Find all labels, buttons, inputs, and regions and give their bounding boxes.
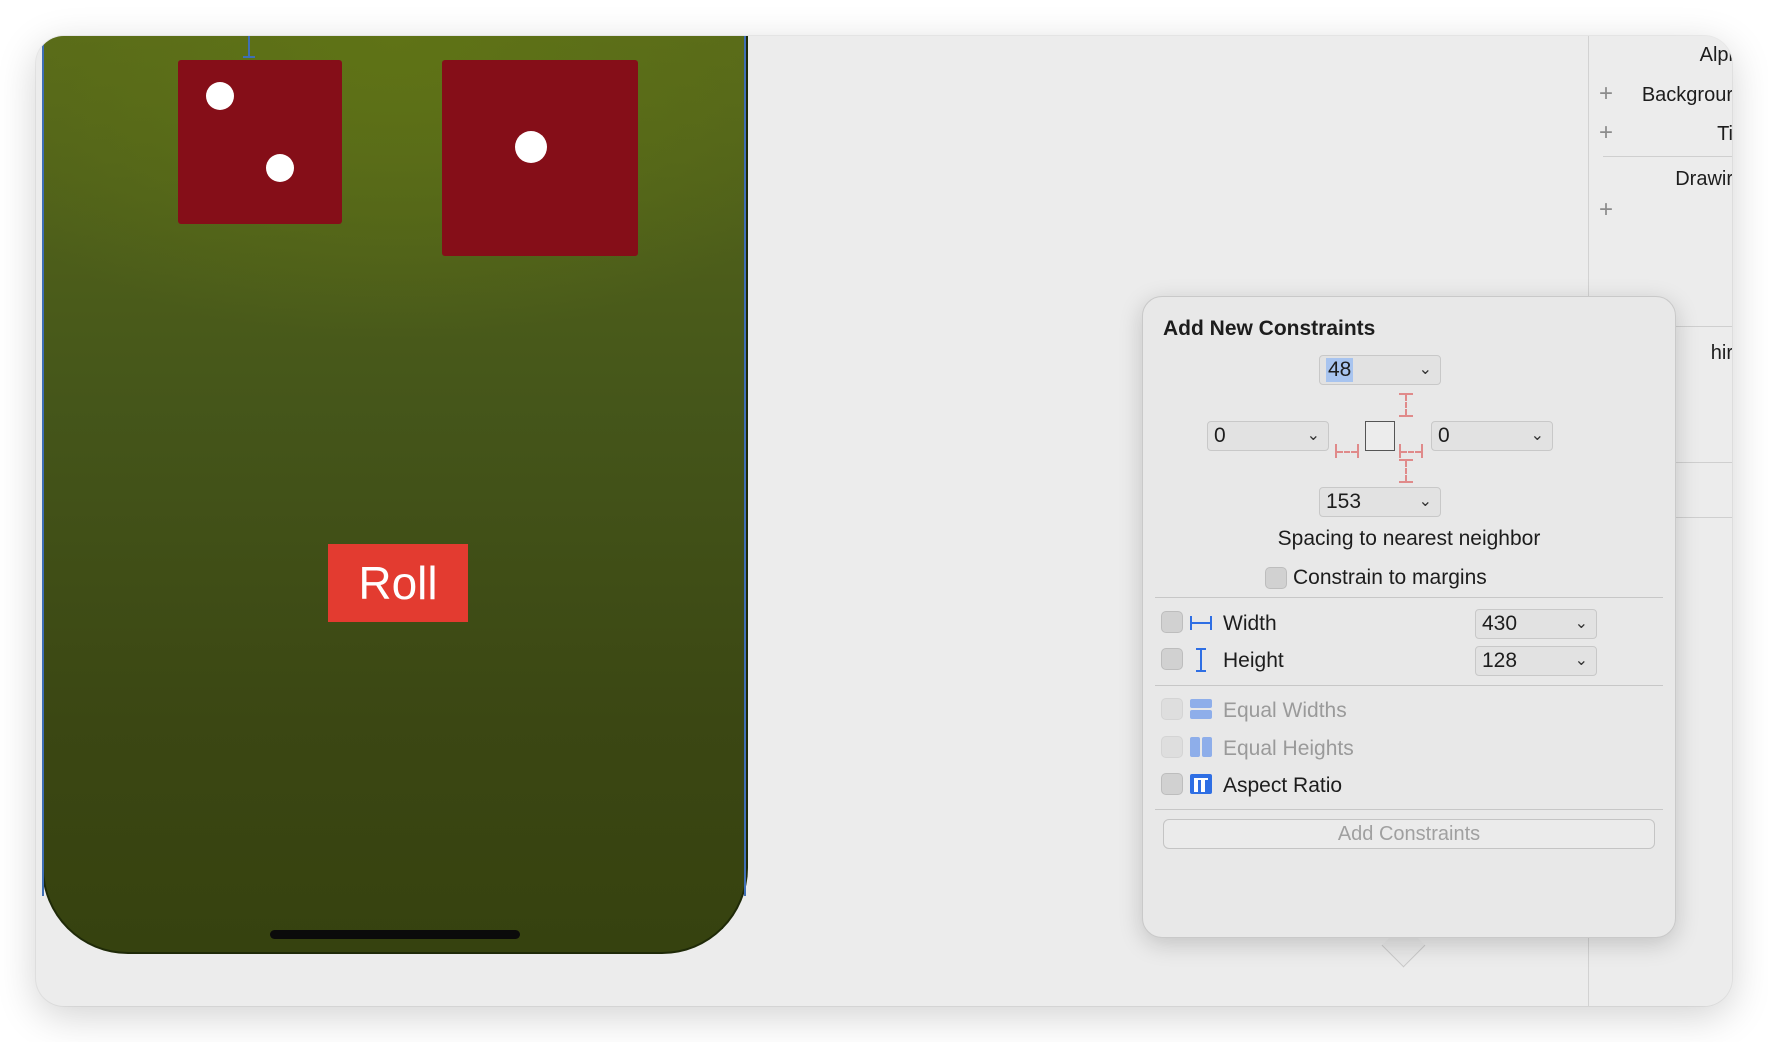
pin-bottom-strut[interactable] (1405, 461, 1407, 481)
bottom-spacing-value: 153 (1326, 490, 1362, 513)
left-spacing-value: 0 (1214, 424, 1226, 447)
height-label: Height (1223, 649, 1284, 672)
add-variation-icon[interactable]: + (1599, 196, 1613, 224)
dice-one[interactable] (442, 60, 638, 256)
roll-button[interactable]: Roll (328, 544, 468, 622)
pin-top-cap (1399, 415, 1413, 417)
die-pip (266, 154, 294, 182)
popover-divider (1155, 809, 1663, 810)
equal-widths-checkbox[interactable] (1161, 698, 1183, 720)
equal-heights-label: Equal Heights (1223, 737, 1354, 760)
view-edge-guide (42, 36, 44, 896)
constraint-anchor (243, 36, 255, 58)
width-value: 430 (1482, 612, 1518, 635)
constrain-margins-checkbox[interactable] (1265, 567, 1287, 589)
equal-heights-icon (1190, 737, 1212, 757)
equal-widths-label: Equal Widths (1223, 699, 1347, 722)
bottom-spacing-field[interactable]: 153 ⌄ (1319, 487, 1441, 517)
inspector-label-background: Backgrour (1641, 84, 1732, 106)
inspector-divider (1603, 156, 1732, 157)
pin-left-strut[interactable] (1337, 451, 1357, 453)
constraint-view-box (1365, 421, 1395, 451)
home-indicator (270, 930, 520, 939)
right-spacing-field[interactable]: 0 ⌄ (1431, 421, 1553, 451)
pin-right-cap (1421, 444, 1423, 458)
chevron-down-icon[interactable]: ⌄ (1419, 359, 1432, 379)
view-edge-guide (744, 36, 746, 896)
chevron-down-icon[interactable]: ⌄ (1575, 650, 1588, 670)
height-value-field[interactable]: 128 ⌄ (1475, 646, 1597, 676)
chevron-down-icon[interactable]: ⌄ (1575, 613, 1588, 633)
width-icon (1190, 616, 1212, 630)
chevron-down-icon[interactable]: ⌄ (1307, 425, 1320, 445)
inspector-label-tint: Ti (1717, 123, 1732, 145)
aspect-ratio-label: Aspect Ratio (1223, 774, 1343, 797)
inspector-label-hidden: hir (1710, 342, 1732, 364)
popover-divider (1155, 597, 1663, 598)
width-label: Width (1223, 612, 1277, 635)
height-icon (1196, 648, 1206, 672)
add-constraints-button[interactable]: Add Constraints (1163, 819, 1655, 849)
add-variation-icon[interactable]: + (1599, 119, 1613, 147)
left-spacing-field[interactable]: 0 ⌄ (1207, 421, 1329, 451)
die-pip (515, 131, 547, 163)
right-spacing-value: 0 (1438, 424, 1450, 447)
dice-two[interactable] (178, 60, 342, 224)
aspect-ratio-checkbox[interactable] (1161, 773, 1183, 795)
pin-top-strut[interactable] (1405, 395, 1407, 415)
add-variation-icon[interactable]: + (1599, 80, 1613, 108)
top-spacing-value: 48 (1326, 358, 1354, 382)
pin-right-strut[interactable] (1401, 451, 1421, 453)
spacing-label: Spacing to nearest neighbor (1277, 527, 1541, 550)
phone-canvas[interactable]: Roll (42, 36, 748, 954)
pin-bottom-cap (1399, 481, 1413, 483)
equal-heights-checkbox[interactable] (1161, 736, 1183, 758)
chevron-down-icon[interactable]: ⌄ (1419, 491, 1432, 511)
height-value: 128 (1482, 649, 1518, 672)
equal-widths-icon (1190, 699, 1212, 719)
add-constraints-popover: Add New Constraints 48 ⌄ 0 ⌄ 0 ⌄ 153 ⌄ S… (1142, 296, 1676, 938)
inspector-label-drawing: Drawir (1675, 168, 1732, 190)
chevron-down-icon[interactable]: ⌄ (1531, 425, 1544, 445)
width-value-field[interactable]: 430 ⌄ (1475, 609, 1597, 639)
die-pip (206, 82, 234, 110)
pin-left-cap (1357, 444, 1359, 458)
top-spacing-field[interactable]: 48 ⌄ (1319, 355, 1441, 385)
popover-title: Add New Constraints (1163, 317, 1376, 340)
constrain-margins-label: Constrain to margins (1293, 566, 1487, 589)
popover-divider (1155, 685, 1663, 686)
width-checkbox[interactable] (1161, 611, 1183, 633)
aspect-ratio-icon (1190, 774, 1212, 794)
inspector-label-alpha: Alpi (1699, 44, 1732, 66)
height-checkbox[interactable] (1161, 648, 1183, 670)
